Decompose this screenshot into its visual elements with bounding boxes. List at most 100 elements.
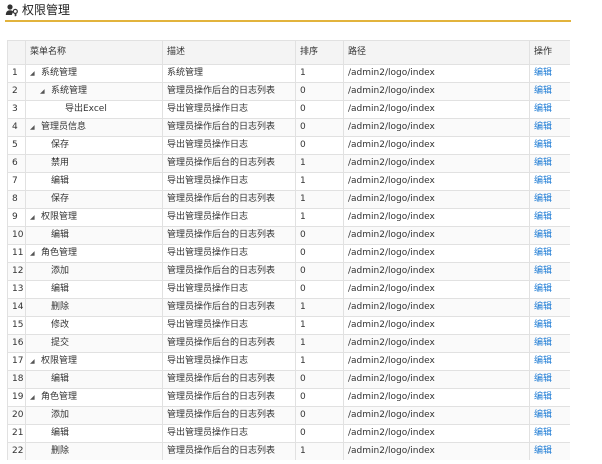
path-cell: /admin2/logo/index <box>343 352 530 371</box>
edit-link[interactable]: 编辑 <box>534 266 552 276</box>
menu-name-cell: 提交 <box>25 334 163 353</box>
path-cell: /admin2/logo/index <box>343 280 530 299</box>
sort-cell: 0 <box>295 118 344 137</box>
column-header-description[interactable]: 描述 <box>162 40 296 65</box>
table-row[interactable]: 6 禁用 管理员操作后台的日志列表 1/admin2/logo/index 编辑 <box>7 154 570 173</box>
menu-name-cell: 编辑 <box>25 280 163 299</box>
description-cell: 管理员操作后台的日志列表 <box>162 190 296 209</box>
edit-link[interactable]: 编辑 <box>534 428 552 438</box>
row-index: 17 <box>7 352 26 371</box>
action-cell: 编辑 <box>529 442 570 460</box>
column-header-path[interactable]: 路径 <box>343 40 530 65</box>
collapse-triangle-icon[interactable]: ◢ <box>30 66 38 82</box>
edit-link[interactable]: 编辑 <box>534 338 552 348</box>
table-row[interactable]: 10 编辑 管理员操作后台的日志列表 0/admin2/logo/index 编辑 <box>7 226 570 245</box>
table-row[interactable]: 20 添加 管理员操作后台的日志列表 0/admin2/logo/index 编辑 <box>7 406 570 425</box>
table-row[interactable]: 12 添加 管理员操作后台的日志列表 0/admin2/logo/index 编辑 <box>7 262 570 281</box>
menu-name-label: 禁用 <box>51 158 70 168</box>
edit-link[interactable]: 编辑 <box>534 140 552 150</box>
path-cell: /admin2/logo/index <box>343 406 530 425</box>
table-row[interactable]: 7 编辑 导出管理员操作日志 1/admin2/logo/index 编辑 <box>7 172 570 191</box>
menu-name-indent: ◢ 管理员信息 <box>30 120 86 136</box>
menu-name-indent: ◢ 权限管理 <box>30 354 77 370</box>
menu-name-indent: 导出Excel <box>30 102 107 118</box>
table-row[interactable]: 17 ◢ 权限管理 导出管理员操作日志 1/admin2/logo/index 编辑 <box>7 352 570 371</box>
menu-name-indent: 添加 <box>30 264 69 280</box>
edit-link[interactable]: 编辑 <box>534 122 552 132</box>
description-cell: 导出管理员操作日志 <box>162 208 296 227</box>
menu-name-label: 角色管理 <box>41 248 78 258</box>
table-row[interactable]: 21 编辑 导出管理员操作日志 0/admin2/logo/index 编辑 <box>7 424 570 443</box>
sort-cell: 0 <box>295 406 344 425</box>
row-index: 14 <box>7 298 26 317</box>
collapse-triangle-icon[interactable]: ◢ <box>30 120 38 136</box>
action-cell: 编辑 <box>529 136 570 155</box>
edit-link[interactable]: 编辑 <box>534 284 552 294</box>
menu-name-cell: 编辑 <box>25 424 163 443</box>
path-cell: /admin2/logo/index <box>343 172 530 191</box>
path-cell: /admin2/logo/index <box>343 298 530 317</box>
collapse-triangle-icon[interactable]: ◢ <box>30 210 38 226</box>
menu-name-cell: ◢ 权限管理 <box>25 352 163 371</box>
menu-name-cell: 编辑 <box>25 226 163 245</box>
edit-link[interactable]: 编辑 <box>534 230 552 240</box>
sort-cell: 0 <box>295 388 344 407</box>
table-row[interactable]: 2 ◢ 系统管理 管理员操作后台的日志列表 0/admin2/logo/index 编辑 <box>7 82 570 101</box>
menu-name-label: 添加 <box>51 410 70 420</box>
table-row[interactable]: 19 ◢ 角色管理 管理员操作后台的日志列表 0/admin2/logo/index 编辑 <box>7 388 570 407</box>
action-cell: 编辑 <box>529 226 570 245</box>
table-row[interactable]: 5 保存 导出管理员操作日志 0/admin2/logo/index 编辑 <box>7 136 570 155</box>
edit-link[interactable]: 编辑 <box>534 212 552 222</box>
collapse-triangle-icon[interactable]: ◢ <box>30 390 38 406</box>
menu-name-label: 保存 <box>51 140 70 150</box>
edit-link[interactable]: 编辑 <box>534 194 552 204</box>
menu-name-indent: 禁用 <box>30 156 70 172</box>
table-row[interactable]: 3 导出Excel 导出管理员操作日志 0/admin2/logo/index 编辑 <box>7 100 570 119</box>
edit-link[interactable]: 编辑 <box>534 86 552 96</box>
menu-name-indent: 保存 <box>30 192 69 208</box>
edit-link[interactable]: 编辑 <box>534 410 552 420</box>
edit-link[interactable]: 编辑 <box>534 176 552 186</box>
table-row[interactable]: 15 修改 导出管理员操作日志 1/admin2/logo/index 编辑 <box>7 316 570 335</box>
edit-link[interactable]: 编辑 <box>534 158 552 168</box>
table-row[interactable]: 1 ◢ 系统管理 系统管理 1/admin2/logo/index 编辑 <box>7 64 570 83</box>
collapse-triangle-icon[interactable]: ◢ <box>30 246 38 262</box>
action-cell: 编辑 <box>529 316 570 335</box>
menu-name-indent: ◢ 系统管理 <box>30 66 77 82</box>
menu-name-indent: 修改 <box>30 318 69 334</box>
table-row[interactable]: 4 ◢ 管理员信息 管理员操作后台的日志列表 0/admin2/logo/index 编辑 <box>7 118 570 137</box>
menu-name-indent: 删除 <box>30 444 70 460</box>
edit-link[interactable]: 编辑 <box>534 248 552 258</box>
sort-cell: 0 <box>295 370 344 389</box>
menu-name-indent: 编辑 <box>30 372 70 388</box>
column-header-sort[interactable]: 排序 <box>295 40 344 65</box>
page-title-wrap: 权限管理 <box>5 3 70 17</box>
table-row[interactable]: 22 删除 管理员操作后台的日志列表 1/admin2/logo/index 编辑 <box>7 442 570 460</box>
table-row[interactable]: 9 ◢ 权限管理 导出管理员操作日志 1/admin2/logo/index 编辑 <box>7 208 570 227</box>
table-row[interactable]: 14 删除 管理员操作后台的日志列表 1/admin2/logo/index 编辑 <box>7 298 570 317</box>
table-row[interactable]: 13 编辑 导出管理员操作日志 0/admin2/logo/index 编辑 <box>7 280 570 299</box>
collapse-triangle-icon[interactable]: ◢ <box>40 84 48 100</box>
edit-link[interactable]: 编辑 <box>534 320 552 330</box>
menu-name-cell: 添加 <box>25 406 163 425</box>
table-row[interactable]: 11 ◢ 角色管理 导出管理员操作日志 0/admin2/logo/index 编辑 <box>7 244 570 263</box>
edit-link[interactable]: 编辑 <box>534 446 552 456</box>
edit-link[interactable]: 编辑 <box>534 392 552 402</box>
table-body: 1 ◢ 系统管理 系统管理 1/admin2/logo/index 编辑 2 ◢ 系统管理 管理员… <box>7 64 570 460</box>
path-cell: /admin2/logo/index <box>343 190 530 209</box>
table-row[interactable]: 18 编辑 管理员操作后台的日志列表 0/admin2/logo/index 编辑 <box>7 370 570 389</box>
menu-name-indent: 保存 <box>30 138 70 154</box>
edit-link[interactable]: 编辑 <box>534 302 552 312</box>
path-cell: /admin2/logo/index <box>343 316 530 335</box>
menu-name-label: 编辑 <box>51 374 70 384</box>
column-header-menu-name[interactable]: 菜单名称 <box>25 40 163 65</box>
table-row[interactable]: 8 保存 管理员操作后台的日志列表 1/admin2/logo/index 编辑 <box>7 190 570 209</box>
edit-link[interactable]: 编辑 <box>534 68 552 78</box>
edit-link[interactable]: 编辑 <box>534 104 552 114</box>
collapse-triangle-icon[interactable]: ◢ <box>30 354 38 370</box>
table-row[interactable]: 16 提交 管理员操作后台的日志列表 1/admin2/logo/index 编辑 <box>7 334 570 353</box>
edit-link[interactable]: 编辑 <box>534 374 552 384</box>
menu-name-label: 删除 <box>51 446 70 456</box>
edit-link[interactable]: 编辑 <box>534 356 552 366</box>
sort-cell: 1 <box>295 352 344 371</box>
